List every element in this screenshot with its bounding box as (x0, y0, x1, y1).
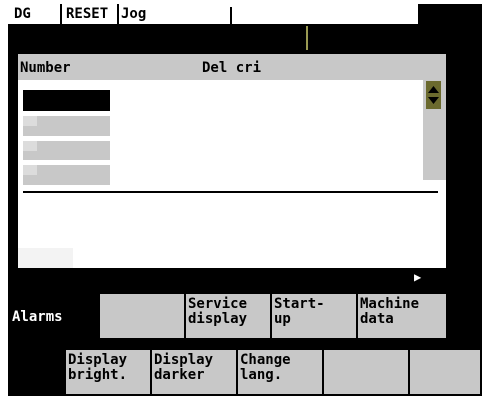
softkey-alarms[interactable]: Alarms (8, 292, 100, 340)
softkey-label: darker (154, 367, 205, 383)
softkey-bottom-empty[interactable] (408, 348, 482, 396)
softkey-display-brighter[interactable]: Display bright. (64, 348, 152, 396)
softkey-label: Start- (274, 296, 325, 312)
softkey-display-darker[interactable]: Display darker (150, 348, 238, 396)
blank-area (18, 248, 73, 268)
column-header-number: Number (20, 60, 71, 76)
header-divider (60, 4, 62, 26)
mode-label: Jog (121, 6, 147, 22)
softkey-label: up (274, 311, 291, 327)
alarm-row-marker (23, 116, 37, 126)
softkey-bottom-empty[interactable] (8, 348, 66, 396)
reset-status: RESET (66, 6, 109, 22)
softkey-machine-data[interactable]: Machine data (356, 292, 448, 340)
softkey-label: Display (68, 352, 128, 368)
header-divider (117, 4, 119, 26)
channel-label: DG (14, 6, 31, 22)
list-divider (23, 191, 438, 193)
softkey-change-language[interactable]: Change lang. (236, 348, 324, 396)
softkey-label: Machine (360, 296, 420, 312)
softkey-label: lang. (240, 367, 283, 383)
alarm-list[interactable] (18, 80, 446, 268)
scroll-thumb[interactable] (426, 81, 441, 109)
alarm-row-selected[interactable] (23, 90, 110, 111)
softkey-bottom-empty[interactable] (322, 348, 410, 396)
alarm-row-marker (23, 165, 37, 175)
column-header-description: Del cri (202, 60, 262, 76)
softkey-label: Service (188, 296, 248, 312)
softkey-startup[interactable]: Start- up (270, 292, 358, 340)
hmi-screen: DG RESET Jog Number Del cri ▶ Alarms Ser… (8, 4, 482, 396)
alarm-panel: Number Del cri (18, 54, 446, 268)
softkey-empty[interactable] (98, 292, 186, 340)
softkey-label: Change (240, 352, 291, 368)
softkey-label: Alarms (12, 309, 63, 325)
softkey-label: Display (154, 352, 214, 368)
scroll-arrows-icon (428, 86, 439, 104)
softkey-label: bright. (68, 367, 128, 383)
status-header: DG RESET Jog (8, 4, 418, 26)
header-divider (230, 7, 232, 26)
alarm-row-marker (23, 141, 37, 151)
softkey-label: data (360, 311, 394, 327)
olive-separator (306, 26, 308, 50)
scrollbar[interactable] (423, 80, 446, 180)
softkey-label: display (188, 311, 248, 327)
more-softkeys-icon: ▶ (414, 270, 422, 284)
softkey-service-display[interactable]: Service display (184, 292, 272, 340)
